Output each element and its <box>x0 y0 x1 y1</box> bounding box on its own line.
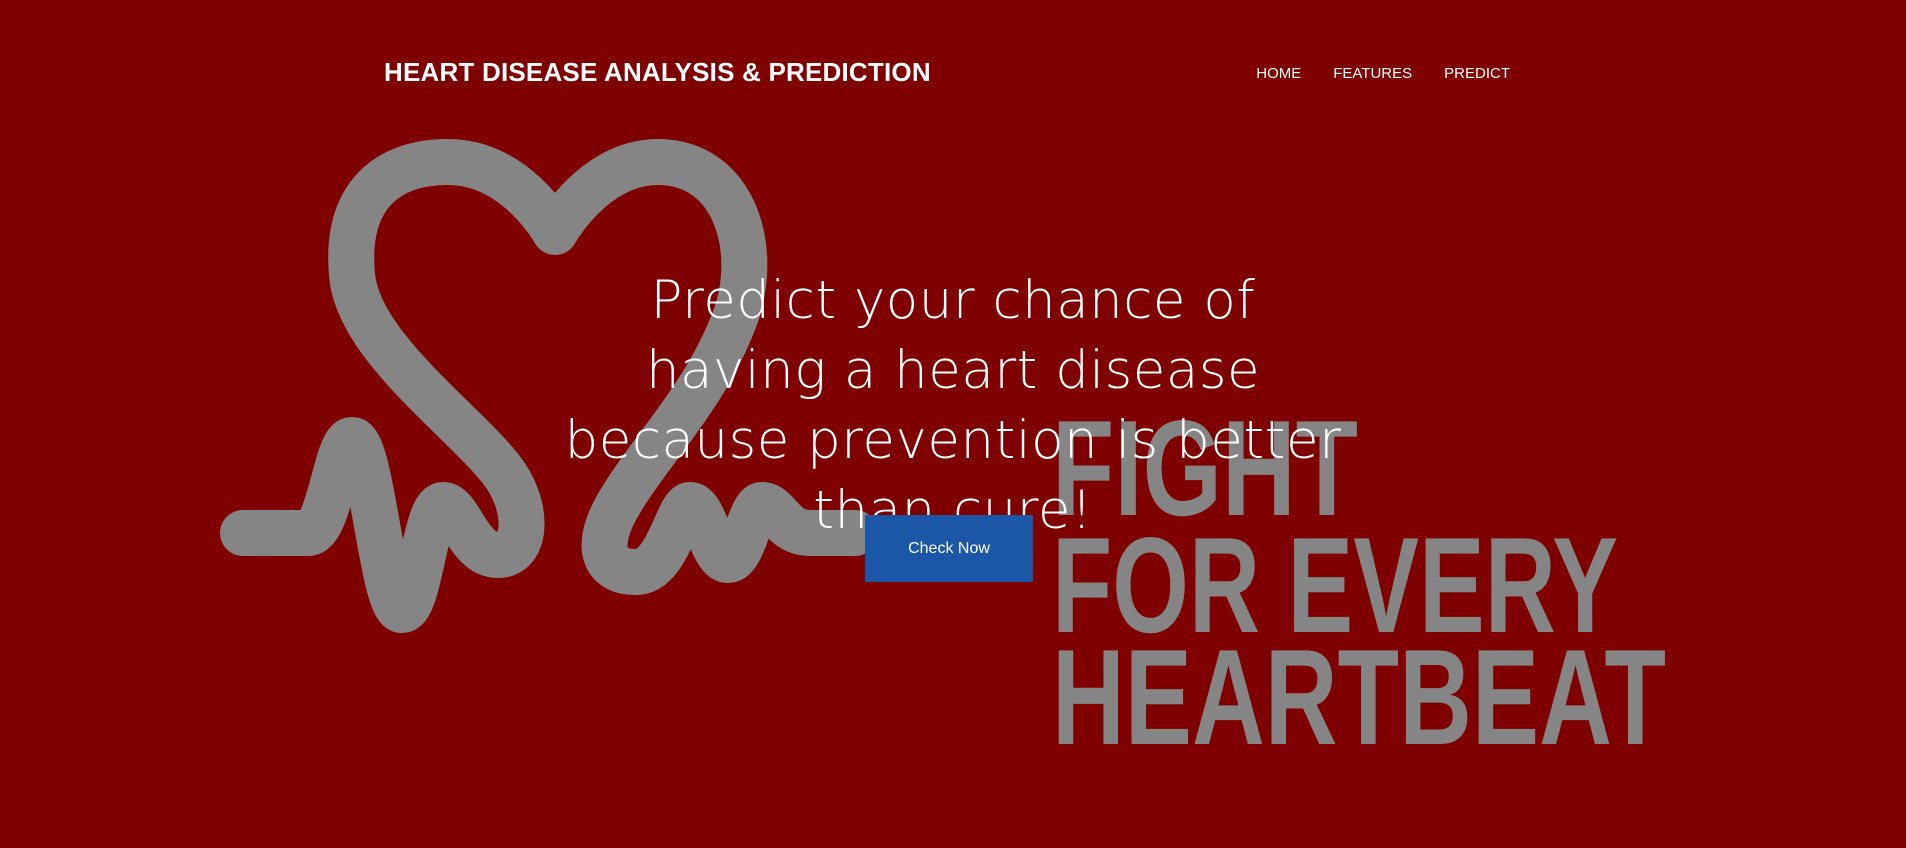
nav-links: HOME FEATURES PREDICT <box>1224 65 1510 82</box>
nav-features-link[interactable]: FEATURES <box>1301 65 1412 82</box>
brand-title[interactable]: HEART DISEASE ANALYSIS & PREDICTION <box>384 57 931 88</box>
top-navbar: HEART DISEASE ANALYSIS & PREDICTION HOME… <box>384 52 1510 100</box>
nav-predict-link[interactable]: PREDICT <box>1412 65 1510 82</box>
svg-text:HEARTBEAT: HEARTBEAT <box>1052 621 1666 773</box>
landing-page: FIGHT FOR EVERY HEARTBEAT HEART DISEASE … <box>0 0 1906 848</box>
check-now-button[interactable]: Check Now <box>865 515 1033 582</box>
hero-section: Predict your chance of having a heart di… <box>553 266 1353 546</box>
hero-heading: Predict your chance of having a heart di… <box>564 270 1342 541</box>
nav-home-link[interactable]: HOME <box>1224 65 1301 82</box>
